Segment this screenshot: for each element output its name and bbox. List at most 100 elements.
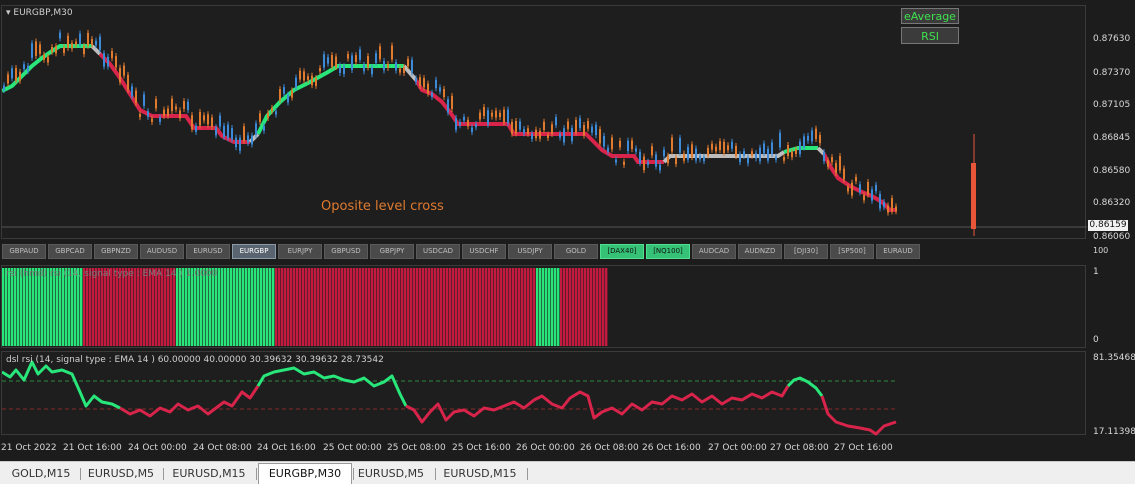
symbol-button-usdjpy[interactable]: USDJPY bbox=[508, 244, 552, 259]
histogram-bar bbox=[554, 268, 557, 346]
symbol-button-nq100[interactable]: [NQ100] bbox=[646, 244, 690, 259]
histogram-bar bbox=[410, 268, 413, 346]
histogram-bar bbox=[323, 268, 326, 346]
histogram-bar bbox=[494, 268, 497, 346]
rsi-histogram-pane[interactable]: rsi (hmd) rsi (14, signal type : EMA 14 … bbox=[1, 265, 1086, 348]
candle-body bbox=[779, 132, 781, 148]
chart-tab[interactable]: GOLD,M15 bbox=[5, 465, 77, 482]
symbol-button-audcad[interactable]: AUDCAD bbox=[692, 244, 736, 259]
symbol-button-gbpusd[interactable]: GBPUSD bbox=[324, 244, 368, 259]
histogram-bar bbox=[32, 268, 35, 346]
symbol-button-dji30[interactable]: [DJI30] bbox=[784, 244, 828, 259]
candle-body bbox=[615, 159, 617, 163]
histogram-bar bbox=[164, 268, 167, 346]
symbol-button-gbpjpy[interactable]: GBPJPY bbox=[370, 244, 414, 259]
histogram-bar bbox=[605, 268, 608, 346]
candle-body bbox=[243, 126, 245, 141]
candle-body bbox=[751, 151, 753, 156]
candle-body bbox=[655, 154, 657, 167]
candle-body bbox=[403, 67, 405, 73]
symbol-button-eurusd[interactable]: EURUSD bbox=[186, 244, 230, 259]
histogram-bar bbox=[122, 268, 125, 346]
chart-tab[interactable]: EURUSD,M5 bbox=[82, 465, 160, 482]
candle-body bbox=[231, 128, 233, 140]
symbol-button-gbpnzd[interactable]: GBPNZD bbox=[94, 244, 138, 259]
symbol-button-audnzd[interactable]: AUDNZD bbox=[738, 244, 782, 259]
rsi-button[interactable]: RSI bbox=[901, 27, 959, 44]
histogram-bar bbox=[263, 268, 266, 346]
histogram-bar bbox=[278, 268, 281, 346]
symbol-button-dax40[interactable]: [DAX40] bbox=[600, 244, 644, 259]
histogram-bar bbox=[296, 268, 299, 346]
candle-body bbox=[31, 43, 33, 58]
histogram-bar bbox=[458, 268, 461, 346]
chart-tab[interactable]: EURUSD,M15 bbox=[436, 465, 524, 482]
candle-body bbox=[767, 148, 769, 161]
time-axis-label: 27 Oct 00:00 bbox=[708, 443, 767, 453]
symbol-button-audusd[interactable]: AUDUSD bbox=[140, 244, 184, 259]
histogram-bar bbox=[161, 268, 164, 346]
time-axis-label: 27 Oct 16:00 bbox=[834, 443, 893, 453]
candle-body bbox=[175, 106, 177, 110]
candle-body bbox=[679, 137, 681, 153]
histogram-bar bbox=[248, 268, 251, 346]
histogram-bar bbox=[431, 268, 434, 346]
time-axis-label: 21 Oct 16:00 bbox=[63, 443, 122, 453]
histogram-bar bbox=[386, 268, 389, 346]
symbol-button-gbpcad[interactable]: GBPCAD bbox=[48, 244, 92, 259]
candle-body bbox=[363, 64, 365, 72]
chart-tab[interactable]: EURUSD,M5 bbox=[350, 465, 432, 482]
candle-body bbox=[811, 130, 813, 142]
price-label: 0.87105 bbox=[1093, 100, 1131, 110]
histogram-bar bbox=[17, 268, 20, 346]
chart-title: ▾ EURGBP,M30 bbox=[6, 8, 73, 18]
histogram-bar bbox=[482, 268, 485, 346]
candle-body bbox=[351, 55, 353, 71]
symbol-button-gbpaud[interactable]: GBPAUD bbox=[2, 244, 46, 259]
candle-body bbox=[647, 161, 649, 165]
candle-body bbox=[123, 65, 125, 76]
dsl-rsi-pane[interactable]: dsl rsi (14, signal type : EMA 14 ) 60.0… bbox=[1, 351, 1086, 436]
histogram-bar bbox=[590, 268, 593, 346]
candle-body bbox=[167, 108, 169, 116]
candle-body bbox=[719, 141, 721, 151]
symbol-button-usdcad[interactable]: USDCAD bbox=[416, 244, 460, 259]
candle-body bbox=[303, 71, 305, 81]
symbol-button-sp500[interactable]: [SP500] bbox=[830, 244, 874, 259]
candle-body bbox=[515, 120, 517, 134]
price-scale[interactable]: 0.87630 0.87370 0.87105 0.86845 0.86580 … bbox=[1087, 5, 1135, 242]
histogram-bar bbox=[326, 268, 329, 346]
histogram-bar bbox=[182, 268, 185, 346]
dsl-scale-bottom: 17.11398 bbox=[1093, 427, 1135, 437]
chart-tab[interactable]: EURGBP,M30 bbox=[258, 463, 352, 484]
candle-body bbox=[583, 125, 585, 136]
symbol-button-eurgbp[interactable]: EURGBP bbox=[232, 244, 276, 259]
moving-average-button[interactable]: eAverage bbox=[901, 8, 959, 24]
candle-body bbox=[495, 110, 497, 118]
histogram-bar bbox=[395, 268, 398, 346]
histogram-bar bbox=[446, 268, 449, 346]
histogram-bar bbox=[332, 268, 335, 346]
candle-body bbox=[723, 141, 725, 154]
candle-body bbox=[455, 117, 457, 130]
candle-body bbox=[739, 154, 741, 163]
symbol-button-eurjpy[interactable]: EURJPY bbox=[278, 244, 322, 259]
histogram-bar bbox=[221, 268, 224, 346]
histogram-bar bbox=[500, 268, 503, 346]
histogram-bar bbox=[569, 268, 572, 346]
chart-tabs-bar: GOLD,M15 EURUSD,M5 EURUSD,M15 EURGBP,M30 EUR… bbox=[0, 461, 1135, 484]
histogram-bar bbox=[74, 268, 77, 346]
time-axis-label: 21 Oct 2022 bbox=[1, 443, 57, 453]
time-axis-label: 25 Oct 08:00 bbox=[387, 443, 446, 453]
chart-tab[interactable]: EURUSD,M15 bbox=[165, 465, 253, 482]
histogram-bar bbox=[56, 268, 59, 346]
time-axis-label: 26 Oct 08:00 bbox=[580, 443, 639, 453]
symbol-button-euraud[interactable]: EURAUD bbox=[876, 244, 920, 259]
symbol-button-usdchf[interactable]: USDCHF bbox=[462, 244, 506, 259]
candle-body bbox=[91, 38, 93, 46]
histogram-bar bbox=[230, 268, 233, 346]
histogram-bar bbox=[149, 268, 152, 346]
histogram-bar bbox=[155, 268, 158, 346]
histogram-bar bbox=[53, 268, 56, 346]
symbol-button-gold[interactable]: GOLD bbox=[554, 244, 598, 259]
